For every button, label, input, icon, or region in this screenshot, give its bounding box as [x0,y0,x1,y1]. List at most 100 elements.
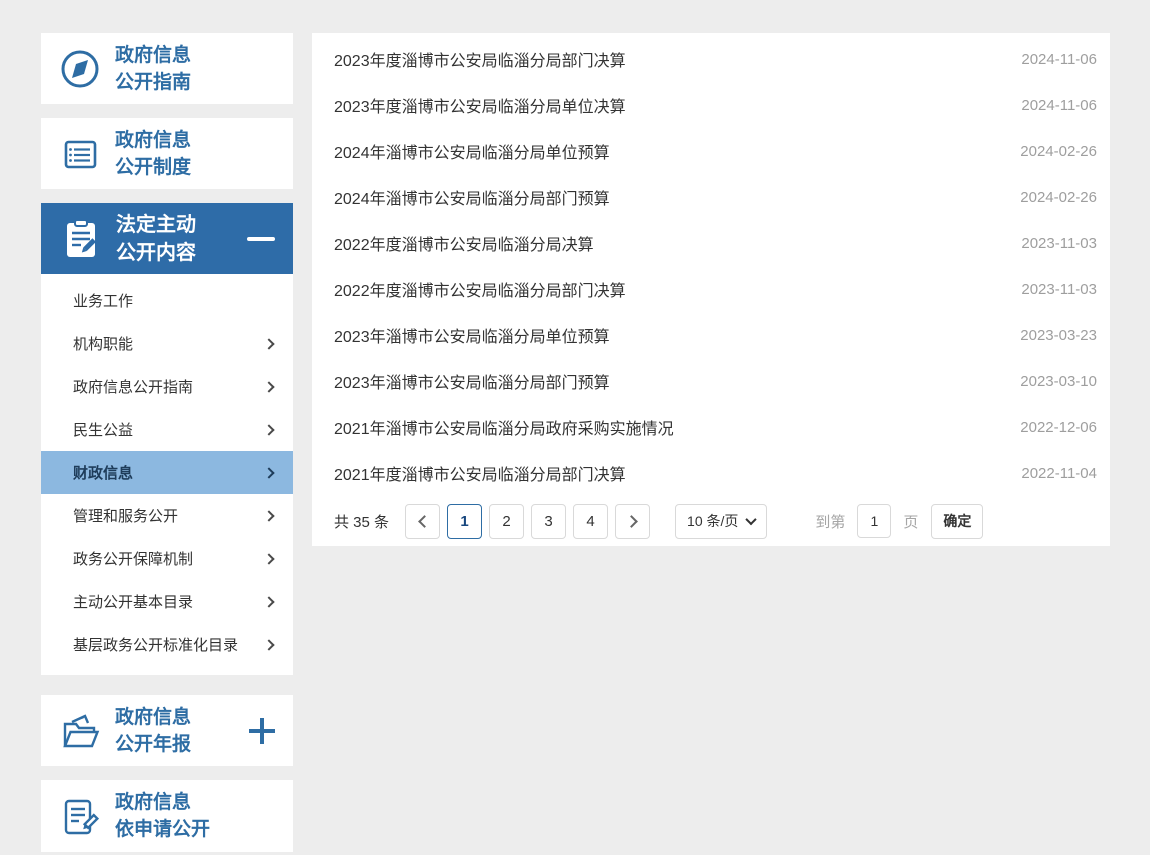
chevron-left-icon [417,514,431,528]
clipboard-pencil-icon [57,215,105,263]
chevron-right-icon [263,466,275,479]
list-item: 2023年度淄博市公安局临淄分局单位决算 2024-11-06 [312,82,1110,128]
sidebar-item-guide[interactable]: 政府信息 公开指南 [41,33,293,104]
minus-icon [247,236,275,241]
article-title-link[interactable]: 2023年淄博市公安局临淄分局部门预算 [334,369,610,393]
compass-icon [57,46,103,92]
list-item: 2023年度淄博市公安局临淄分局部门决算 2024-11-06 [312,36,1110,82]
chevron-down-icon [745,513,758,526]
chevron-right-icon [624,514,638,528]
prev-page-button[interactable] [405,503,441,539]
submenu-item-label: 管理和服务公开 [73,508,179,525]
goto-page-group: 到第 页 确定 [815,503,984,539]
total-count-label: 共 35 条 [334,513,390,531]
list-item: 2022年度淄博市公安局临淄分局部门决算 2023-11-03 [312,266,1110,312]
article-title-link[interactable]: 2023年度淄博市公安局临淄分局单位决算 [334,93,626,117]
submenu-item-label: 民生公益 [73,422,134,439]
list-item: 2021年度淄博市公安局临淄分局部门决算 2022-11-04 [312,450,1110,496]
confirm-button[interactable]: 确定 [931,503,984,539]
sidebar-item-apply-disclosure[interactable]: 政府信息 依申请公开 [41,780,293,852]
statutory-submenu: 业务工作 机构职能 政府信息公开指南 民生公益 财政信息 管理和服务公开 政务公… [41,274,293,675]
page-number-label: 3 [544,512,553,530]
article-title-link[interactable]: 2021年淄博市公安局临淄分局政府采购实施情况 [334,415,674,439]
submenu-item[interactable]: 管理和服务公开 [41,494,293,537]
sidebar-item-statutory[interactable]: 法定主动 公开内容 [41,203,293,274]
sidebar-item-label: 政府信息 公开制度 [115,129,192,178]
article-date: 2022-11-04 [1021,464,1097,482]
page-number-label: 4 [586,512,595,530]
pagination-bar: 共 35 条 1 2 3 4 10 条/页 到第 1 页 确定 [312,496,1110,546]
article-title-link[interactable]: 2022年度淄博市公安局临淄分局部门决算 [334,277,626,301]
submenu-item-label: 基层政务公开标准化目录 [73,637,239,654]
folder-documents-icon [57,708,103,754]
article-date: 2024-02-26 [1020,188,1097,206]
submenu-item[interactable]: 基层政务公开标准化目录 [41,623,293,666]
article-title-link[interactable]: 2024年淄博市公安局临淄分局单位预算 [334,139,610,163]
list-item: 2024年淄博市公安局临淄分局部门预算 2024-02-26 [312,174,1110,220]
article-date: 2024-11-06 [1021,96,1097,114]
sidebar-item-label: 政府信息 公开年报 [115,706,192,755]
submenu-item-label: 主动公开基本目录 [73,594,194,611]
article-title-link[interactable]: 2024年淄博市公安局临淄分局部门预算 [334,185,610,209]
chevron-right-icon [263,552,275,565]
page-number-button[interactable]: 3 [531,503,567,539]
plus-icon [249,717,275,744]
submenu-item[interactable]: 政务公开保障机制 [41,537,293,580]
article-title-link[interactable]: 2022年度淄博市公安局临淄分局决算 [334,231,594,255]
chevron-right-icon [263,595,275,608]
list-item: 2022年度淄博市公安局临淄分局决算 2023-11-03 [312,220,1110,266]
submenu-item-label: 政务公开保障机制 [73,551,194,568]
submenu-item[interactable]: 业务工作 [41,279,293,322]
list-item: 2023年淄博市公安局临淄分局部门预算 2023-03-10 [312,358,1110,404]
article-title-link[interactable]: 2021年度淄博市公安局临淄分局部门决算 [334,461,626,485]
page-number-buttons: 1 2 3 4 [447,503,615,539]
sidebar-item-annual-report[interactable]: 政府信息 公开年报 [41,695,293,766]
chevron-right-icon [263,423,275,436]
sidebar-item-label: 法定主动 公开内容 [116,213,196,264]
chevron-right-icon [263,337,275,350]
article-list: 2023年度淄博市公安局临淄分局部门决算 2024-11-06 2023年度淄博… [312,36,1110,496]
article-date: 2022-12-06 [1020,418,1097,436]
submenu-item[interactable]: 主动公开基本目录 [41,580,293,623]
list-item: 2023年淄博市公安局临淄分局单位预算 2023-03-23 [312,312,1110,358]
article-date: 2024-11-06 [1021,50,1097,68]
sidebar: 政府信息 公开指南 政府信息 公开制度 法定主动 公开内容 业务工作 机构职能 … [41,33,293,852]
submenu-item-label: 业务工作 [73,293,134,310]
chevron-right-icon [263,509,275,522]
submenu-item[interactable]: 民生公益 [41,408,293,451]
submenu-item[interactable]: 机构职能 [41,322,293,365]
submenu-item-label: 政府信息公开指南 [73,379,194,396]
submenu-item-label: 财政信息 [73,465,134,482]
chevron-right-icon [263,638,275,651]
article-title-link[interactable]: 2023年度淄博市公安局临淄分局部门决算 [334,47,626,71]
list-item: 2024年淄博市公安局临淄分局单位预算 2024-02-26 [312,128,1110,174]
article-date: 2023-03-10 [1020,372,1097,390]
page-size-select[interactable]: 10 条/页 [675,503,768,539]
chevron-right-icon [263,380,275,393]
page-size-value: 10 条/页 [687,513,739,529]
sidebar-item-label: 政府信息 公开指南 [115,44,192,93]
page-number-button[interactable]: 4 [573,503,609,539]
article-date: 2023-11-03 [1021,280,1097,298]
list-item: 2021年淄博市公安局临淄分局政府采购实施情况 2022-12-06 [312,404,1110,450]
submenu-item[interactable]: 财政信息 [41,451,293,494]
article-list-panel: 2023年度淄博市公安局临淄分局部门决算 2024-11-06 2023年度淄博… [312,33,1110,546]
next-page-button[interactable] [615,503,651,539]
page-number-label: 2 [502,512,511,530]
page-number-label: 1 [460,512,469,530]
page-number-button[interactable]: 1 [447,503,483,539]
goto-suffix-label: 页 [903,513,919,531]
page-number-button[interactable]: 2 [489,503,525,539]
submenu-item-label: 机构职能 [73,336,134,353]
document-pencil-icon [57,793,103,839]
goto-page-input[interactable] [857,504,892,538]
sidebar-item-label: 政府信息 依申请公开 [115,792,211,840]
article-date: 2023-11-03 [1021,234,1097,252]
article-title-link[interactable]: 2023年淄博市公安局临淄分局单位预算 [334,323,610,347]
sidebar-item-system[interactable]: 政府信息 公开制度 [41,118,293,189]
article-date: 2023-03-23 [1020,326,1097,344]
goto-prefix-label: 到第 [815,513,846,531]
book-icon [57,131,103,177]
submenu-item[interactable]: 政府信息公开指南 [41,365,293,408]
article-date: 2024-02-26 [1020,142,1097,160]
